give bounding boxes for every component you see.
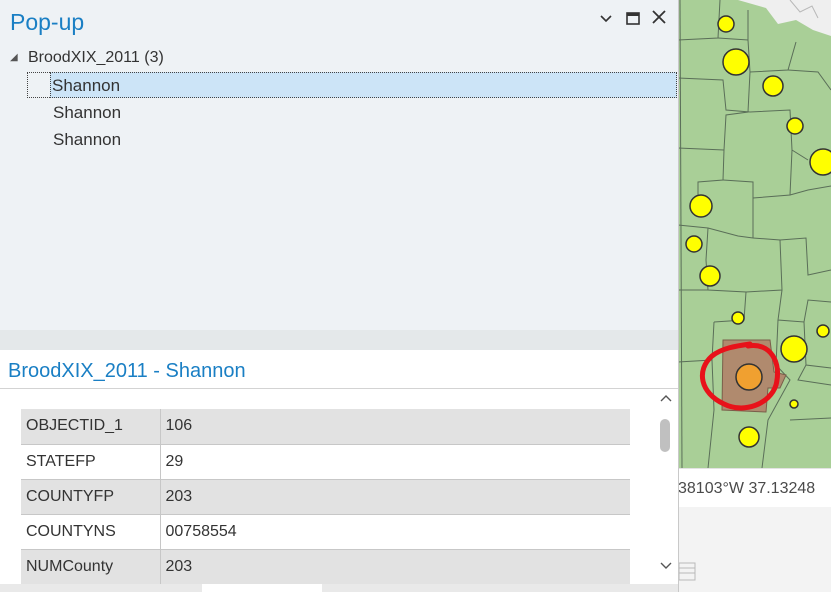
- pane-title: Pop-up: [10, 9, 85, 35]
- attribute-table: OBJECTID_1 106 STATEFP 29 COUNTYFP 203 C…: [21, 409, 630, 585]
- field-value: 106: [160, 409, 630, 445]
- chevron-down-icon[interactable]: [598, 11, 614, 31]
- map-point[interactable]: [685, 235, 703, 253]
- map-point[interactable]: [717, 15, 735, 33]
- map-point[interactable]: [786, 117, 804, 135]
- map-canvas[interactable]: [678, 0, 831, 468]
- attribute-row: OBJECTID_1 106: [21, 409, 630, 445]
- vertical-scrollbar[interactable]: [656, 389, 676, 584]
- map-point[interactable]: [689, 194, 713, 218]
- maximize-icon[interactable]: [624, 11, 642, 31]
- detail-title: BroodXIX_2011 - Shannon: [8, 360, 246, 382]
- popup-pane: Pop-up ◢ BroodXIX_2011 (3) Shannon Shanno…: [0, 0, 679, 592]
- map-point[interactable]: [762, 75, 784, 97]
- map-point[interactable]: [816, 324, 830, 338]
- detail-body: OBJECTID_1 106 STATEFP 29 COUNTYFP 203 C…: [0, 389, 678, 592]
- field-name: STATEFP: [21, 444, 161, 480]
- scrollbar-thumb[interactable]: [660, 419, 670, 452]
- table-icon[interactable]: [678, 560, 696, 582]
- scroll-down-icon[interactable]: [660, 561, 672, 573]
- map-point[interactable]: [731, 311, 745, 325]
- coordinate-readout: 38103°W 37.13248: [678, 480, 816, 497]
- field-value: 203: [160, 549, 630, 585]
- map-point[interactable]: [780, 335, 808, 363]
- map-point[interactable]: [789, 399, 799, 409]
- field-name: OBJECTID_1: [21, 409, 161, 445]
- selected-map-point[interactable]: [735, 363, 763, 391]
- horizontal-scrollbar-thumb[interactable]: [202, 584, 322, 592]
- detail-header: BroodXIX_2011 - Shannon: [0, 350, 678, 389]
- field-name: COUNTYFP: [21, 479, 161, 515]
- tree-layer-label: BroodXIX_2011 (3): [28, 49, 164, 66]
- tree-feature-item[interactable]: Shannon: [50, 72, 677, 98]
- field-name: COUNTYNS: [21, 514, 161, 550]
- field-value: 203: [160, 479, 630, 515]
- map-view[interactable]: [678, 0, 831, 468]
- tree-layer-node[interactable]: ◢ BroodXIX_2011 (3): [10, 49, 164, 67]
- lower-panel-background: [678, 507, 831, 592]
- attribute-row: NUMCounty 203: [21, 549, 630, 585]
- field-value: 00758554: [160, 514, 630, 550]
- map-outside-area: [738, 0, 831, 36]
- map-point[interactable]: [738, 426, 760, 448]
- scroll-up-icon[interactable]: [660, 393, 672, 405]
- horizontal-scrollbar[interactable]: [0, 584, 678, 592]
- map-point[interactable]: [699, 265, 721, 287]
- expand-triangle-icon[interactable]: ◢: [10, 52, 24, 63]
- field-value: 29: [160, 444, 630, 480]
- attribute-row: COUNTYFP 203: [21, 479, 630, 515]
- close-icon[interactable]: [650, 8, 668, 28]
- map-point[interactable]: [722, 48, 750, 76]
- tree-feature-item[interactable]: Shannon: [52, 127, 676, 153]
- map-point[interactable]: [809, 148, 831, 176]
- field-name: NUMCounty: [21, 549, 161, 585]
- coordinate-bar: 38103°W 37.13248: [678, 468, 831, 507]
- attribute-row: STATEFP 29: [21, 444, 630, 480]
- pane-splitter[interactable]: [0, 330, 678, 350]
- focus-indicator: [27, 72, 50, 98]
- attribute-row: COUNTYNS 00758554: [21, 514, 630, 550]
- tree-feature-item[interactable]: Shannon: [52, 100, 676, 126]
